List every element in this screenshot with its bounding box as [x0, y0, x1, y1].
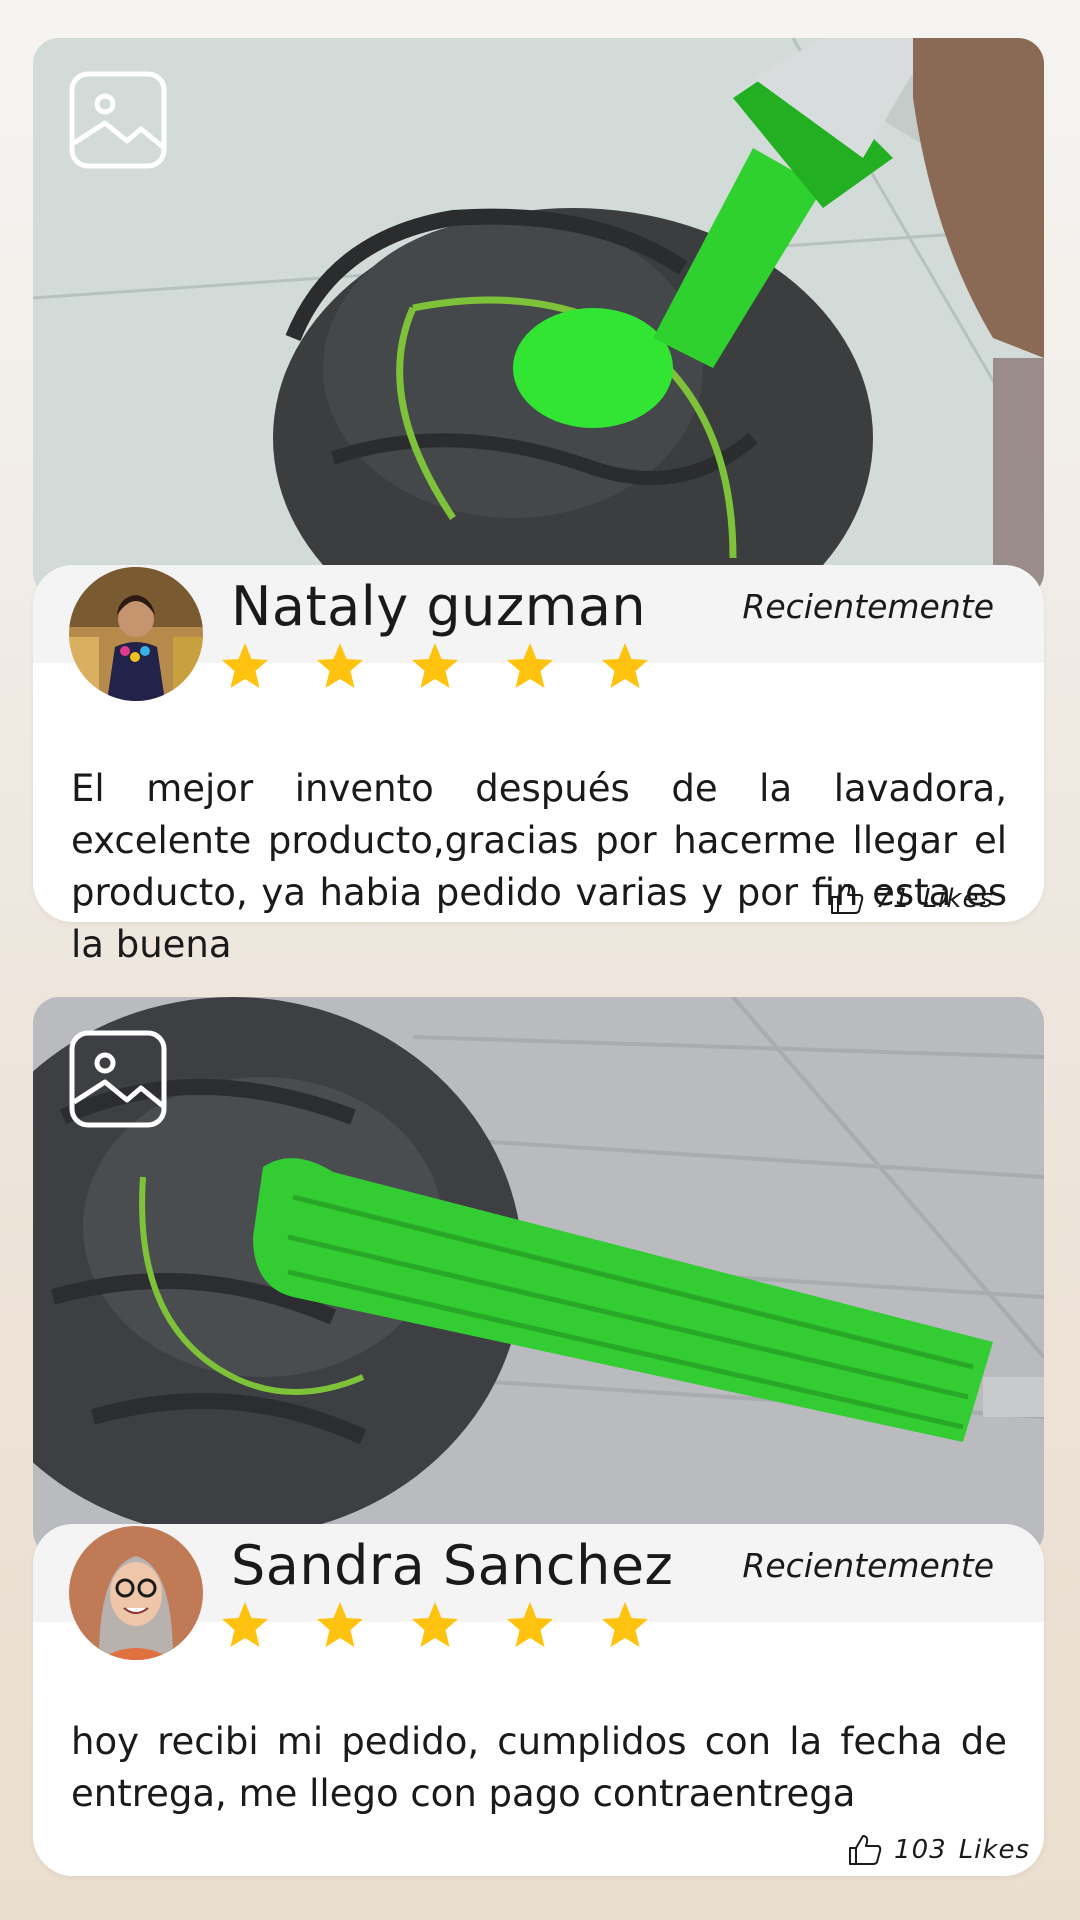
- review-photo[interactable]: [33, 997, 1044, 1557]
- reviewer-name: Sandra Sanchez: [231, 1534, 674, 1597]
- likes-label: Likes: [922, 884, 994, 914]
- reviewer-name: Nataly guzman: [231, 575, 647, 638]
- review-card: Sandra Sanchez Recientemente hoy recibi …: [33, 1524, 1044, 1876]
- star-icon: [602, 643, 648, 688]
- star-icon: [222, 643, 268, 688]
- avatar[interactable]: [69, 567, 203, 701]
- star-icon: [222, 1602, 268, 1647]
- mop-photo-image: [33, 997, 1044, 1557]
- like-button[interactable]: 71 Likes: [830, 883, 994, 915]
- like-button[interactable]: 103 Likes: [848, 1834, 1030, 1866]
- review-text: hoy recibi mi pedido, cumplidos con la f…: [71, 1720, 1007, 1815]
- image-icon: [69, 1030, 167, 1128]
- thumbs-up-icon: [849, 1835, 882, 1865]
- mop-photo-image: [33, 38, 1044, 598]
- star-icon: [317, 1602, 363, 1647]
- star-icon: [507, 643, 553, 688]
- review-date: Recientemente: [742, 1546, 994, 1585]
- thumbs-up-icon: [830, 884, 863, 914]
- avatar[interactable]: [69, 1526, 203, 1660]
- review-text: El mejor invento después de la lavadora,…: [71, 767, 1007, 966]
- star-icon: [412, 643, 458, 688]
- star-icon: [507, 1602, 553, 1647]
- likes-count: 71: [875, 884, 911, 914]
- likes-count: 103: [894, 1835, 947, 1865]
- star-icon: [602, 1602, 648, 1647]
- star-icon: [317, 643, 363, 688]
- review-card: Nataly guzman Recientemente El mejor inv…: [33, 565, 1044, 966]
- likes-label: Likes: [958, 1835, 1030, 1865]
- review-date: Recientemente: [742, 587, 994, 626]
- image-icon: [69, 71, 167, 169]
- review-photo[interactable]: [33, 38, 1044, 598]
- star-icon: [412, 1602, 458, 1647]
